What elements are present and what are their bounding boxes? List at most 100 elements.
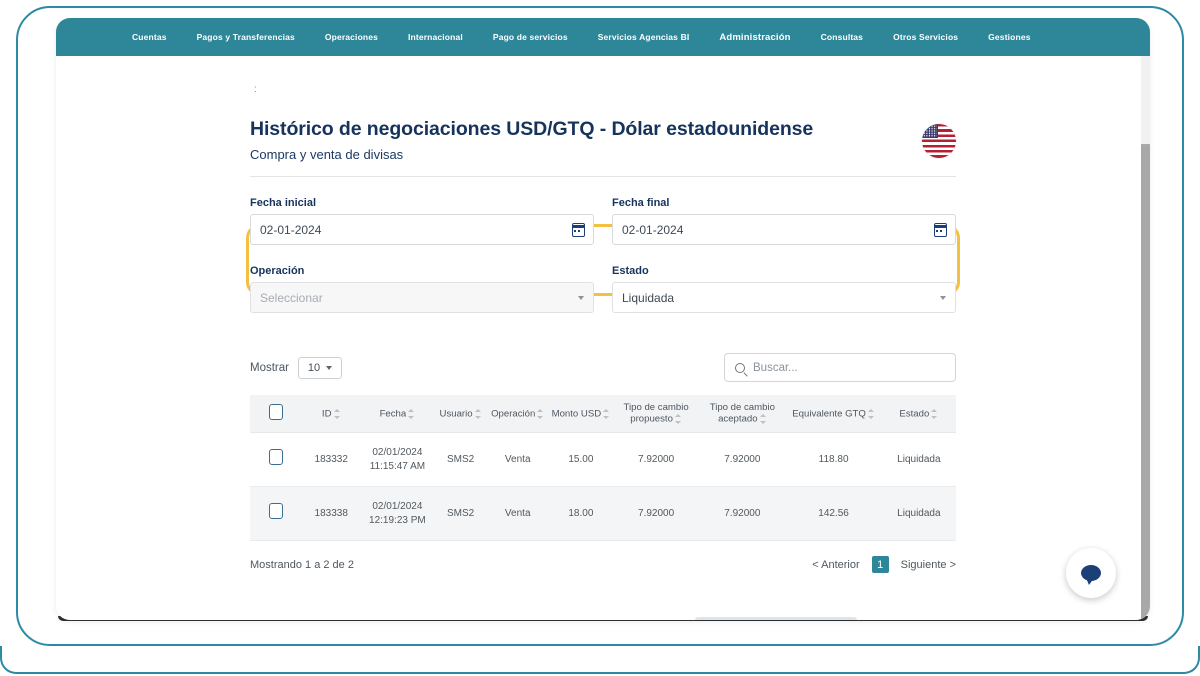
cell-estado: Liquidada [881, 432, 956, 488]
column-label: Operación [491, 408, 536, 420]
column-label: Fecha [379, 408, 407, 420]
nav-item-servicios-agencias-bi[interactable]: Servicios Agencias BI [598, 32, 690, 42]
show-entries-group: Mostrar 10 [250, 356, 342, 379]
cell-fecha-date: 02/01/2024 [372, 447, 423, 459]
sort-icon[interactable] [674, 413, 682, 425]
row-checkbox[interactable] [269, 503, 284, 520]
table-header-monto-usd[interactable]: Monto USD [548, 395, 613, 434]
page-scrollbar-thumb[interactable] [1141, 144, 1150, 620]
select-filter-row: Operación Seleccionar Estado Liquidada [250, 265, 956, 313]
cell-equivalente-gtq: 142.56 [785, 486, 882, 542]
sort-icon[interactable] [931, 408, 938, 420]
search-placeholder: Buscar... [753, 361, 798, 374]
cell-id: 183338 [302, 486, 361, 542]
operacion-select[interactable]: Seleccionar [250, 282, 594, 313]
cell-usuario: SMS2 [434, 432, 487, 488]
row-checkbox[interactable] [269, 449, 284, 466]
fecha-inicial-input[interactable]: 02-01-2024 [250, 214, 594, 245]
next-page-button[interactable]: Siguiente > [901, 559, 956, 571]
download-row: i Marca las operaciones que deseas desca… [250, 617, 956, 620]
chevron-down-icon[interactable] [578, 296, 584, 300]
chevron-down-icon[interactable] [940, 296, 946, 300]
column-label: ID [321, 408, 332, 420]
page-body: : Histórico de negociaciones USD/GTQ - D… [56, 56, 1150, 620]
operacion-field: Operación Seleccionar [250, 265, 594, 313]
pagination-row: Mostrando 1 a 2 de 2 < Anterior 1 Siguie… [250, 556, 956, 574]
column-label: Estado [899, 408, 930, 420]
table-header-select-all [250, 395, 303, 434]
fecha-final-label: Fecha final [612, 197, 670, 209]
column-label: Usuario [439, 408, 473, 420]
table-header-equivalente-gtq[interactable]: Equivalente GTQ [785, 395, 882, 434]
operacion-label: Operación [250, 265, 305, 277]
nav-item-pago-de-servicios[interactable]: Pago de servicios [493, 32, 568, 42]
calendar-icon[interactable] [572, 223, 585, 237]
table-header-id[interactable]: ID [302, 395, 361, 434]
breadcrumb-dots: : [254, 84, 257, 95]
row-select-cell [250, 432, 303, 488]
table-header-operacion[interactable]: Operación [486, 395, 549, 434]
date-filter-row: Fecha inicial 02-01-2024 Fecha final 02-… [250, 197, 956, 245]
table-header-usuario[interactable]: Usuario [434, 395, 487, 434]
nav-item-gestiones[interactable]: Gestiones [988, 32, 1030, 42]
cell-monto-usd: 18.00 [548, 486, 613, 542]
column-label: Equivalente GTQ [792, 408, 866, 420]
fecha-inicial-label: Fecha inicial [250, 197, 317, 209]
nav-item-administracion[interactable]: Administración [719, 32, 790, 43]
nav-item-otros-servicios[interactable]: Otros Servicios [893, 32, 958, 42]
cell-tipo-cambio-propuesto: 7.92000 [612, 432, 700, 488]
sort-icon[interactable] [867, 408, 875, 420]
cell-fecha-time: 12:19:23 PM [369, 514, 426, 526]
sort-icon[interactable] [333, 408, 341, 420]
table-header-tipo-cambio-propuesto[interactable]: Tipo de cambio propuesto [612, 395, 700, 434]
page-subtitle: Compra y venta de divisas [250, 147, 404, 162]
show-entries-value: 10 [307, 361, 321, 374]
sort-icon[interactable] [537, 408, 544, 420]
showing-entries-text: Mostrando 1 a 2 de 2 [250, 558, 354, 571]
table-controls: Mostrar 10 Buscar... [250, 353, 956, 382]
pagination-controls: < Anterior 1 Siguiente > [812, 556, 956, 574]
table-header-estado[interactable]: Estado [881, 395, 956, 434]
table-row: 183332 02/01/2024 11:15:47 AM SMS2 Venta… [250, 432, 956, 488]
nav-item-pagos-transferencias[interactable]: Pagos y Transferencias [197, 32, 295, 42]
search-input[interactable]: Buscar... [724, 353, 956, 382]
estado-label: Estado [612, 265, 649, 277]
cell-usuario: SMS2 [434, 486, 487, 542]
previous-page-button[interactable]: < Anterior [812, 559, 859, 571]
sort-icon[interactable] [408, 408, 415, 420]
table-row: 183338 02/01/2024 12:19:23 PM SMS2 Venta… [250, 486, 956, 542]
search-icon [735, 362, 745, 373]
cell-equivalente-gtq: 118.80 [785, 432, 882, 488]
calendar-icon[interactable] [934, 223, 947, 237]
cell-estado: Liquidada [881, 486, 956, 542]
page-content: : Histórico de negociaciones USD/GTQ - D… [246, 56, 960, 620]
nav-item-internacional[interactable]: Internacional [408, 32, 463, 42]
chevron-down-icon [326, 365, 333, 370]
nav-item-consultas[interactable]: Consultas [821, 32, 863, 42]
sort-icon[interactable] [759, 413, 767, 425]
cell-tipo-cambio-aceptado: 7.92000 [699, 486, 786, 542]
sort-icon[interactable] [474, 408, 482, 420]
us-flag-icon [922, 124, 956, 158]
column-label: Monto USD [551, 408, 602, 420]
cell-fecha-date: 02/01/2024 [372, 501, 423, 513]
cell-fecha-time: 11:15:47 AM [369, 460, 426, 472]
download-button[interactable]: Descargar [695, 617, 858, 620]
cell-operacion: Venta [486, 432, 549, 488]
select-all-checkbox[interactable] [269, 404, 284, 420]
estado-select[interactable]: Liquidada [612, 282, 956, 313]
nav-item-operaciones[interactable]: Operaciones [325, 32, 378, 42]
cell-monto-usd: 15.00 [548, 432, 613, 488]
table-header-tipo-cambio-aceptado[interactable]: Tipo de cambio aceptado [699, 395, 786, 434]
table-header-fecha[interactable]: Fecha [360, 395, 435, 434]
page-title: Histórico de negociaciones USD/GTQ - Dól… [250, 118, 814, 140]
cell-tipo-cambio-propuesto: 7.92000 [612, 486, 700, 542]
page-scrollbar-track[interactable] [1141, 56, 1150, 620]
page-number-1[interactable]: 1 [871, 556, 889, 574]
show-entries-select[interactable]: 10 [297, 356, 342, 379]
fecha-final-input[interactable]: 02-01-2024 [612, 214, 956, 245]
cell-fecha: 02/01/2024 11:15:47 AM [360, 432, 435, 488]
chat-bubble-button[interactable] [1066, 548, 1116, 598]
nav-item-cuentas[interactable]: Cuentas [132, 32, 167, 42]
sort-icon[interactable] [603, 408, 610, 420]
